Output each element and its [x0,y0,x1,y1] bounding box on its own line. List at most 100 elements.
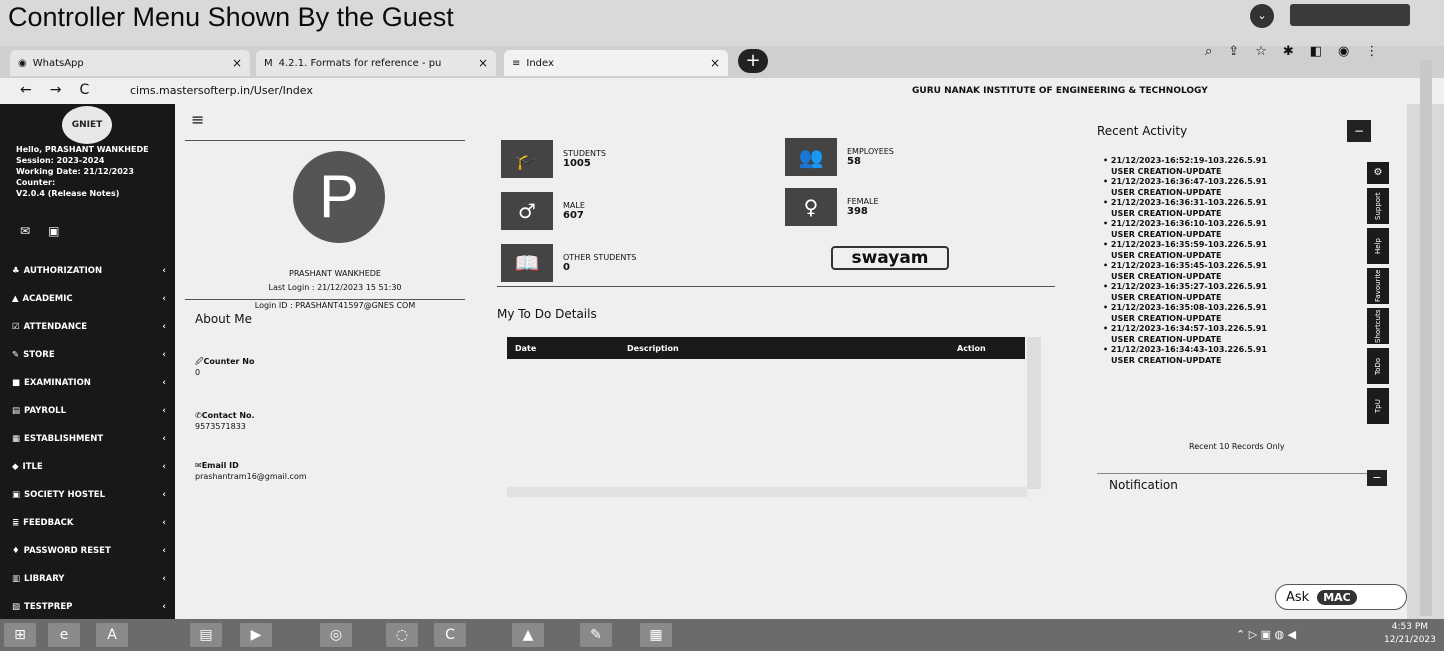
windows-start-icon[interactable]: ⊞ [4,623,36,647]
taskbar: ⊞ e A ▤ ▶ ◎ ◌ C ▲ ✎ ▦ ⌃ ▷ ▣ ◍ ◀ 4:53 PM … [0,619,1444,651]
email-field: ✉Email ID prashantram16@gmail.com [195,461,307,481]
tab-index[interactable]: ≡ Index × [504,50,728,76]
page-scrollbar[interactable] [1420,60,1432,616]
tab-whatsapp[interactable]: ◉ WhatsApp × [10,50,250,76]
close-icon[interactable]: × [232,56,242,70]
stat-male[interactable]: ♂ MALE 607 [501,192,585,230]
system-clock[interactable]: 4:53 PM 12/21/2023 [1384,621,1436,647]
sidebar-item-feedback[interactable]: ≣ FEEDBACK ‹ [12,518,170,528]
sidebar-item-password-reset[interactable]: ♦ PASSWORD RESET ‹ [12,546,170,556]
about-me-card: About Me 🖉Counter No 0 ✆Contact No. 9573… [185,299,465,549]
user-greeting: Hello, PRASHANT WANKHEDE [16,145,149,154]
acrobat-icon[interactable]: A [96,623,128,647]
settings-icon[interactable]: ⚙ [1367,162,1389,184]
window-buttons[interactable] [1290,4,1410,26]
contact-field: ✆Contact No. 9573571833 [195,411,255,431]
chevron-left-icon: ‹ [162,574,166,584]
sidebar-item-society-hostel[interactable]: ▣ SOCIETY HOSTEL ‹ [12,490,170,500]
tab-support[interactable]: Support [1367,188,1389,224]
disk-icon[interactable]: ◎ [320,623,352,647]
sidepanel-icon[interactable]: ◧ [1310,44,1322,59]
chrome-icon[interactable]: C [434,623,466,647]
list-item: 21/12/2023-16:35:59-103.226.5.91USER CRE… [1103,240,1373,261]
sidebar-item-itle[interactable]: ◆ ITLE ‹ [12,462,170,472]
tab-todo[interactable]: ToDo [1367,348,1389,384]
zoom-icon[interactable]: ⌕ [1205,44,1212,59]
about-title: About Me [195,312,253,326]
back-icon[interactable]: ← [20,82,32,98]
library-icon: ▥ [12,574,21,584]
minimize-button[interactable]: − [1347,120,1371,142]
extensions-icon[interactable]: ✱ [1283,44,1294,59]
email-icon: ✉ [195,461,202,470]
chevron-down-icon[interactable]: ⌄ [1250,4,1274,28]
col-date[interactable]: Date [515,344,536,353]
swayam-logo[interactable]: swayam [831,246,949,270]
todo-card: My To Do Details Date Description Action [497,286,1055,501]
chevron-left-icon: ‹ [162,294,166,304]
profile-name: PRASHANT WANKHEDE [289,269,381,278]
paint-icon[interactable]: ▦ [640,623,672,647]
sidebar-item-examination[interactable]: ■ EXAMINATION ‹ [12,378,170,388]
todo-horizontal-scrollbar[interactable] [507,487,1027,497]
close-icon[interactable]: × [478,56,488,70]
new-tab-button[interactable]: + [738,49,768,73]
hamburger-menu-icon[interactable]: ≡ [191,110,204,129]
notification-minimize-button[interactable]: − [1367,470,1387,486]
phone-icon: ✆ [195,411,202,420]
sidebar-item-establishment[interactable]: ▦ ESTABLISHMENT ‹ [12,434,170,444]
system-tray[interactable]: ⌃ ▷ ▣ ◍ ◀ [1236,628,1296,641]
tab-tpu[interactable]: TpU [1367,388,1389,424]
stat-other-students[interactable]: 📖 OTHER STUDENTS 0 [501,244,636,282]
tab-formats[interactable]: M 4.2.1. Formats for reference - pu × [256,50,496,76]
recent-activity-card: Recent Activity − 21/12/2023-16:52:19-10… [1097,114,1387,474]
profile-icon[interactable]: ◉ [1338,44,1349,59]
whatsapp-icon: ◉ [18,57,27,69]
sidebar-item-academic[interactable]: ▲ ACADEMIC ‹ [12,294,170,304]
tab-label: WhatsApp [32,57,84,69]
tab-shortcuts[interactable]: Shortcuts [1367,308,1389,344]
stat-employees[interactable]: 👥 EMPLOYEES 58 [785,138,894,176]
reload-icon[interactable]: C [79,82,89,98]
tab-help[interactable]: Help [1367,228,1389,264]
tab-favourite[interactable]: Favourite [1367,268,1389,304]
media-icon[interactable]: ▶ [240,623,272,647]
counter-icon: 🖉 [195,357,204,366]
sidebar-item-testprep[interactable]: ▧ TESTPREP ‹ [12,602,170,612]
recent-activity-list: 21/12/2023-16:52:19-103.226.5.91USER CRE… [1103,156,1373,366]
stat-female[interactable]: ♀ FEMALE 398 [785,188,879,226]
sidebar: GNIET Hello, PRASHANT WANKHEDE Session: … [0,104,175,619]
forward-icon[interactable]: → [50,82,62,98]
sidebar-item-attendance[interactable]: ☑ ATTENDANCE ‹ [12,322,170,332]
ask-mac-button[interactable]: Ask MAC [1275,584,1407,610]
share-icon[interactable]: ⇪ [1228,44,1239,59]
close-icon[interactable]: × [710,56,720,70]
app-icon[interactable]: ◌ [386,623,418,647]
stat-students[interactable]: 🎓 STUDENTS 1005 [501,140,606,178]
ie-icon[interactable]: e [48,623,80,647]
sidebar-item-authorization[interactable]: ♣ AUTHORIZATION ‹ [12,266,170,276]
col-action[interactable]: Action [957,344,986,353]
notification-title: Notification [1109,478,1178,492]
testprep-icon: ▧ [12,602,21,612]
lock-icon: ♦ [12,546,20,556]
feedback-icon: ≣ [12,518,20,528]
list-item: 21/12/2023-16:52:19-103.226.5.91USER CRE… [1103,156,1373,177]
document-icon[interactable]: ▣ [48,224,59,238]
male-icon: ♂ [501,192,553,230]
sidebar-item-payroll[interactable]: ▤ PAYROLL ‹ [12,406,170,416]
todo-vertical-scrollbar[interactable] [1027,337,1041,489]
star-icon[interactable]: ☆ [1255,44,1267,59]
tool-icon[interactable]: ✎ [580,623,612,647]
release-notes-link[interactable]: V2.0.4 (Release Notes) [16,188,166,199]
kebab-menu-icon[interactable]: ⋮ [1365,44,1378,59]
book-icon: 📖 [501,244,553,282]
photos-icon[interactable]: ▲ [512,623,544,647]
mail-icon[interactable]: ✉ [20,224,30,238]
col-description[interactable]: Description [627,344,679,353]
explorer-icon[interactable]: ▤ [190,623,222,647]
url-field[interactable]: cims.mastersofterp.in/User/Index [130,84,313,97]
sidebar-item-store[interactable]: ✎ STORE ‹ [12,350,170,360]
sidebar-item-library[interactable]: ▥ LIBRARY ‹ [12,574,170,584]
address-bar: ← → C cims.mastersofterp.in/User/Index G… [0,78,1444,104]
